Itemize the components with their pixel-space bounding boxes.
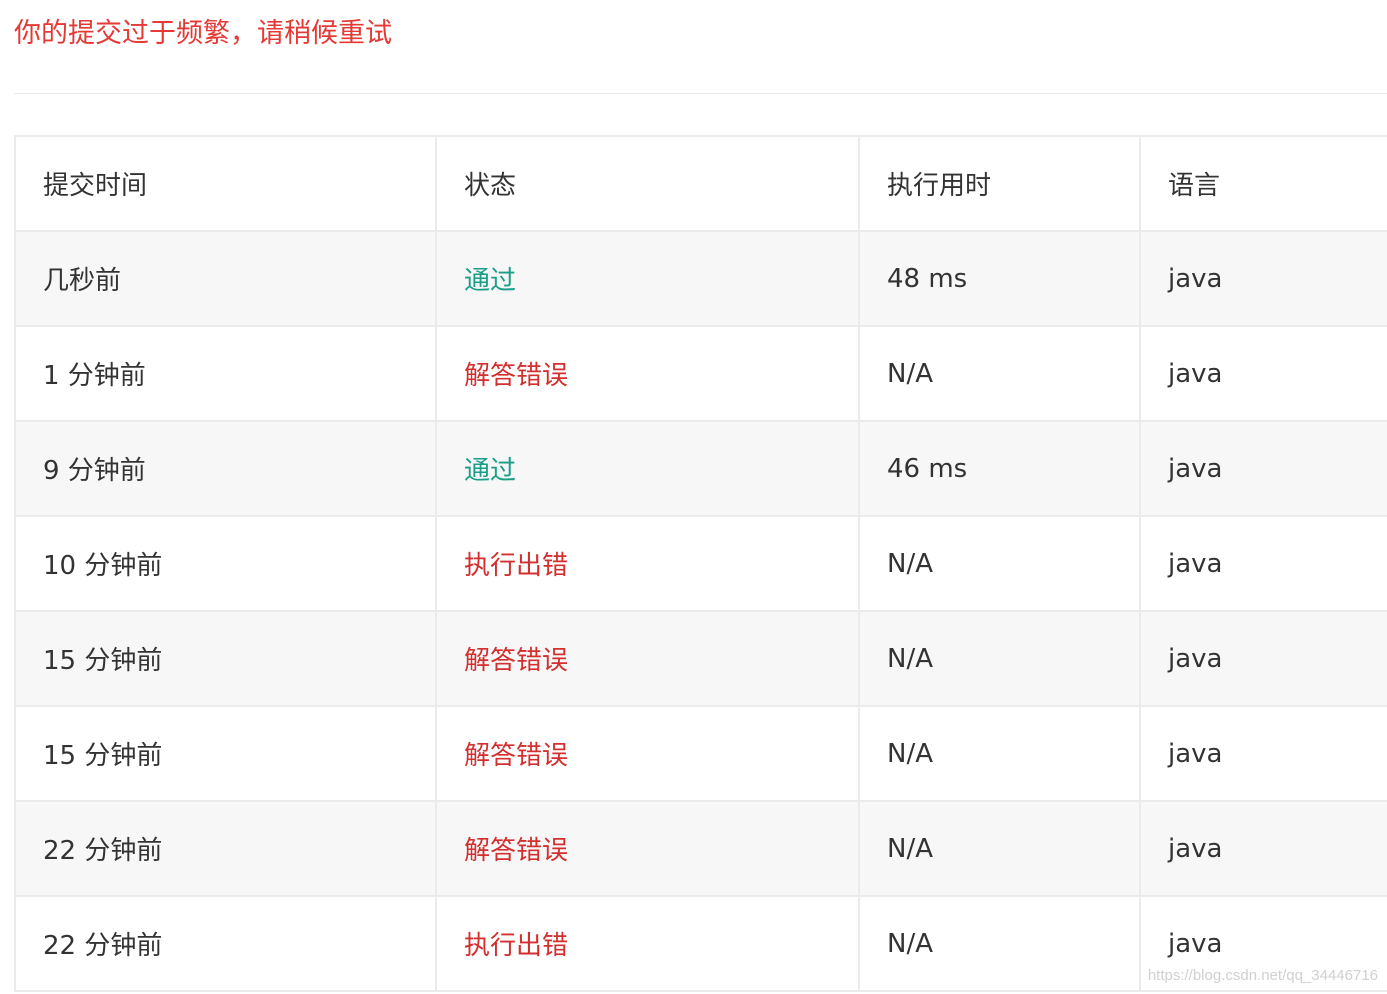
table-row: 几秒前 通过 48 ms java bbox=[14, 230, 1387, 327]
table-row: 9 分钟前 通过 46 ms java bbox=[14, 420, 1387, 517]
table-row: 22 分钟前 解答错误 N/A java bbox=[14, 800, 1387, 897]
cell-language: java bbox=[1139, 230, 1387, 327]
column-header-runtime[interactable]: 执行用时 bbox=[858, 135, 1141, 232]
cell-status: 解答错误 bbox=[435, 800, 860, 897]
cell-language: java bbox=[1139, 800, 1387, 897]
cell-language: java bbox=[1139, 515, 1387, 612]
cell-status: 解答错误 bbox=[435, 325, 860, 422]
section-divider bbox=[14, 93, 1387, 94]
cell-status: 执行出错 bbox=[435, 515, 860, 612]
cell-runtime: N/A bbox=[858, 515, 1141, 612]
cell-submit-time: 15 分钟前 bbox=[14, 705, 437, 802]
table-header: 提交时间 状态 执行用时 语言 bbox=[14, 135, 1387, 232]
column-header-language[interactable]: 语言 bbox=[1139, 135, 1387, 232]
cell-status: 解答错误 bbox=[435, 705, 860, 802]
table-row: 10 分钟前 执行出错 N/A java bbox=[14, 515, 1387, 612]
status-link[interactable]: 解答错误 bbox=[464, 646, 568, 676]
status-link[interactable]: 执行出错 bbox=[464, 551, 568, 581]
cell-runtime: N/A bbox=[858, 610, 1141, 707]
cell-runtime: N/A bbox=[858, 705, 1141, 802]
status-link[interactable]: 通过 bbox=[464, 456, 516, 486]
cell-status: 解答错误 bbox=[435, 610, 860, 707]
status-link[interactable]: 执行出错 bbox=[464, 931, 568, 961]
cell-runtime: N/A bbox=[858, 325, 1141, 422]
cell-status: 通过 bbox=[435, 420, 860, 517]
cell-status: 执行出错 bbox=[435, 895, 860, 992]
table-row: 15 分钟前 解答错误 N/A java bbox=[14, 705, 1387, 802]
cell-language: java bbox=[1139, 325, 1387, 422]
cell-submit-time: 几秒前 bbox=[14, 230, 437, 327]
cell-language: java bbox=[1139, 420, 1387, 517]
cell-submit-time: 9 分钟前 bbox=[14, 420, 437, 517]
cell-language: java bbox=[1139, 705, 1387, 802]
table-row: 15 分钟前 解答错误 N/A java bbox=[14, 610, 1387, 707]
status-link[interactable]: 通过 bbox=[464, 266, 516, 296]
cell-runtime: N/A bbox=[858, 800, 1141, 897]
cell-submit-time: 1 分钟前 bbox=[14, 325, 437, 422]
cell-submit-time: 15 分钟前 bbox=[14, 610, 437, 707]
status-link[interactable]: 解答错误 bbox=[464, 836, 568, 866]
table-header-row: 提交时间 状态 执行用时 语言 bbox=[14, 135, 1387, 232]
rate-limit-error-message: 你的提交过于频繁，请稍候重试 bbox=[14, 18, 392, 49]
cell-submit-time: 22 分钟前 bbox=[14, 800, 437, 897]
cell-runtime: 46 ms bbox=[858, 420, 1141, 517]
status-link[interactable]: 解答错误 bbox=[464, 361, 568, 391]
column-header-submit-time[interactable]: 提交时间 bbox=[14, 135, 437, 232]
watermark: https://blog.csdn.net/qq_34446716 bbox=[1147, 967, 1378, 984]
table-body: 几秒前 通过 48 ms java 1 分钟前 解答错误 N/A java 9 … bbox=[14, 230, 1387, 992]
cell-submit-time: 22 分钟前 bbox=[14, 895, 437, 992]
status-link[interactable]: 解答错误 bbox=[464, 741, 568, 771]
cell-language: java bbox=[1139, 610, 1387, 707]
cell-submit-time: 10 分钟前 bbox=[14, 515, 437, 612]
cell-runtime: 48 ms bbox=[858, 230, 1141, 327]
table-row: 1 分钟前 解答错误 N/A java bbox=[14, 325, 1387, 422]
cell-runtime: N/A bbox=[858, 895, 1141, 992]
cell-status: 通过 bbox=[435, 230, 860, 327]
submissions-table: 提交时间 状态 执行用时 语言 几秒前 通过 48 ms java 1 分钟前 … bbox=[14, 135, 1387, 992]
column-header-status[interactable]: 状态 bbox=[435, 135, 860, 232]
